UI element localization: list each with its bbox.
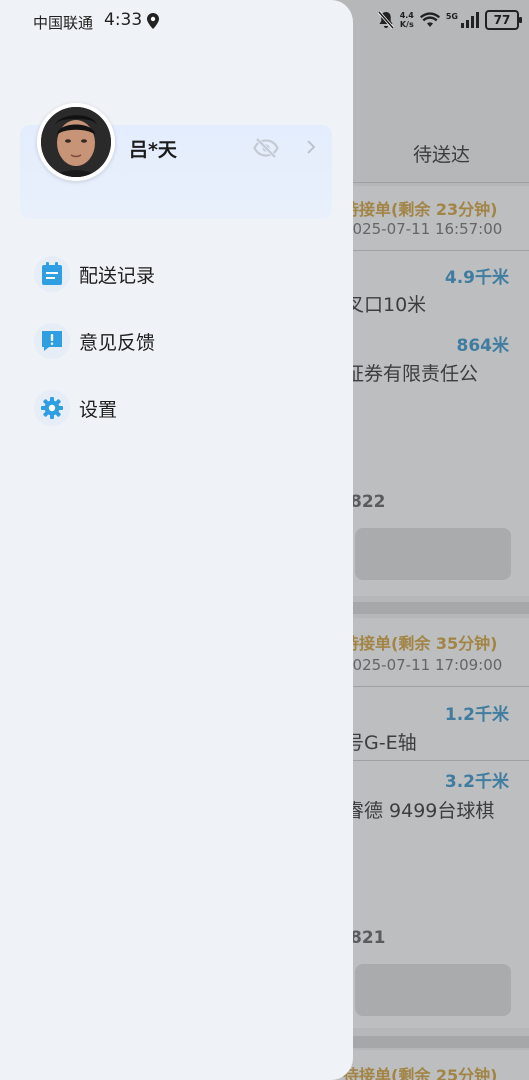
user-name: 吕*天	[129, 139, 177, 161]
mute-bell-icon	[377, 11, 394, 29]
network-type: 5G	[445, 11, 458, 21]
carrier-name: 中国联通	[33, 14, 94, 32]
battery-indicator: 77	[485, 10, 522, 30]
screen: 待送达 待接单(剩余 23分钟) 2025-07-11 16:57:00 4.9…	[0, 0, 529, 1080]
avatar[interactable]	[37, 103, 115, 181]
chevron-right-icon[interactable]	[306, 139, 316, 155]
clipboard-icon	[34, 256, 70, 292]
eye-hidden-icon[interactable]	[253, 137, 279, 159]
navigation-drawer: 吕*天 配送记录 意见反馈 设置	[0, 0, 353, 1080]
menu-item-settings[interactable]: 设置	[34, 386, 334, 430]
location-icon	[147, 13, 159, 29]
clock: 4:33	[104, 10, 143, 30]
menu-item-feedback[interactable]: 意见反馈	[34, 319, 334, 363]
status-bar: 中国联通 4:33 4.4 K/s 5G 77	[0, 0, 529, 44]
menu-label: 设置	[79, 398, 118, 421]
network-speed: 4.4 K/s	[399, 11, 414, 29]
feedback-icon	[34, 323, 70, 359]
signal-icon	[461, 12, 479, 28]
menu-label: 配送记录	[79, 264, 156, 287]
gear-icon	[34, 390, 70, 426]
wifi-icon	[419, 12, 440, 27]
avatar-photo	[41, 107, 111, 177]
menu-label: 意见反馈	[79, 331, 156, 354]
menu-item-delivery-records[interactable]: 配送记录	[34, 252, 334, 296]
